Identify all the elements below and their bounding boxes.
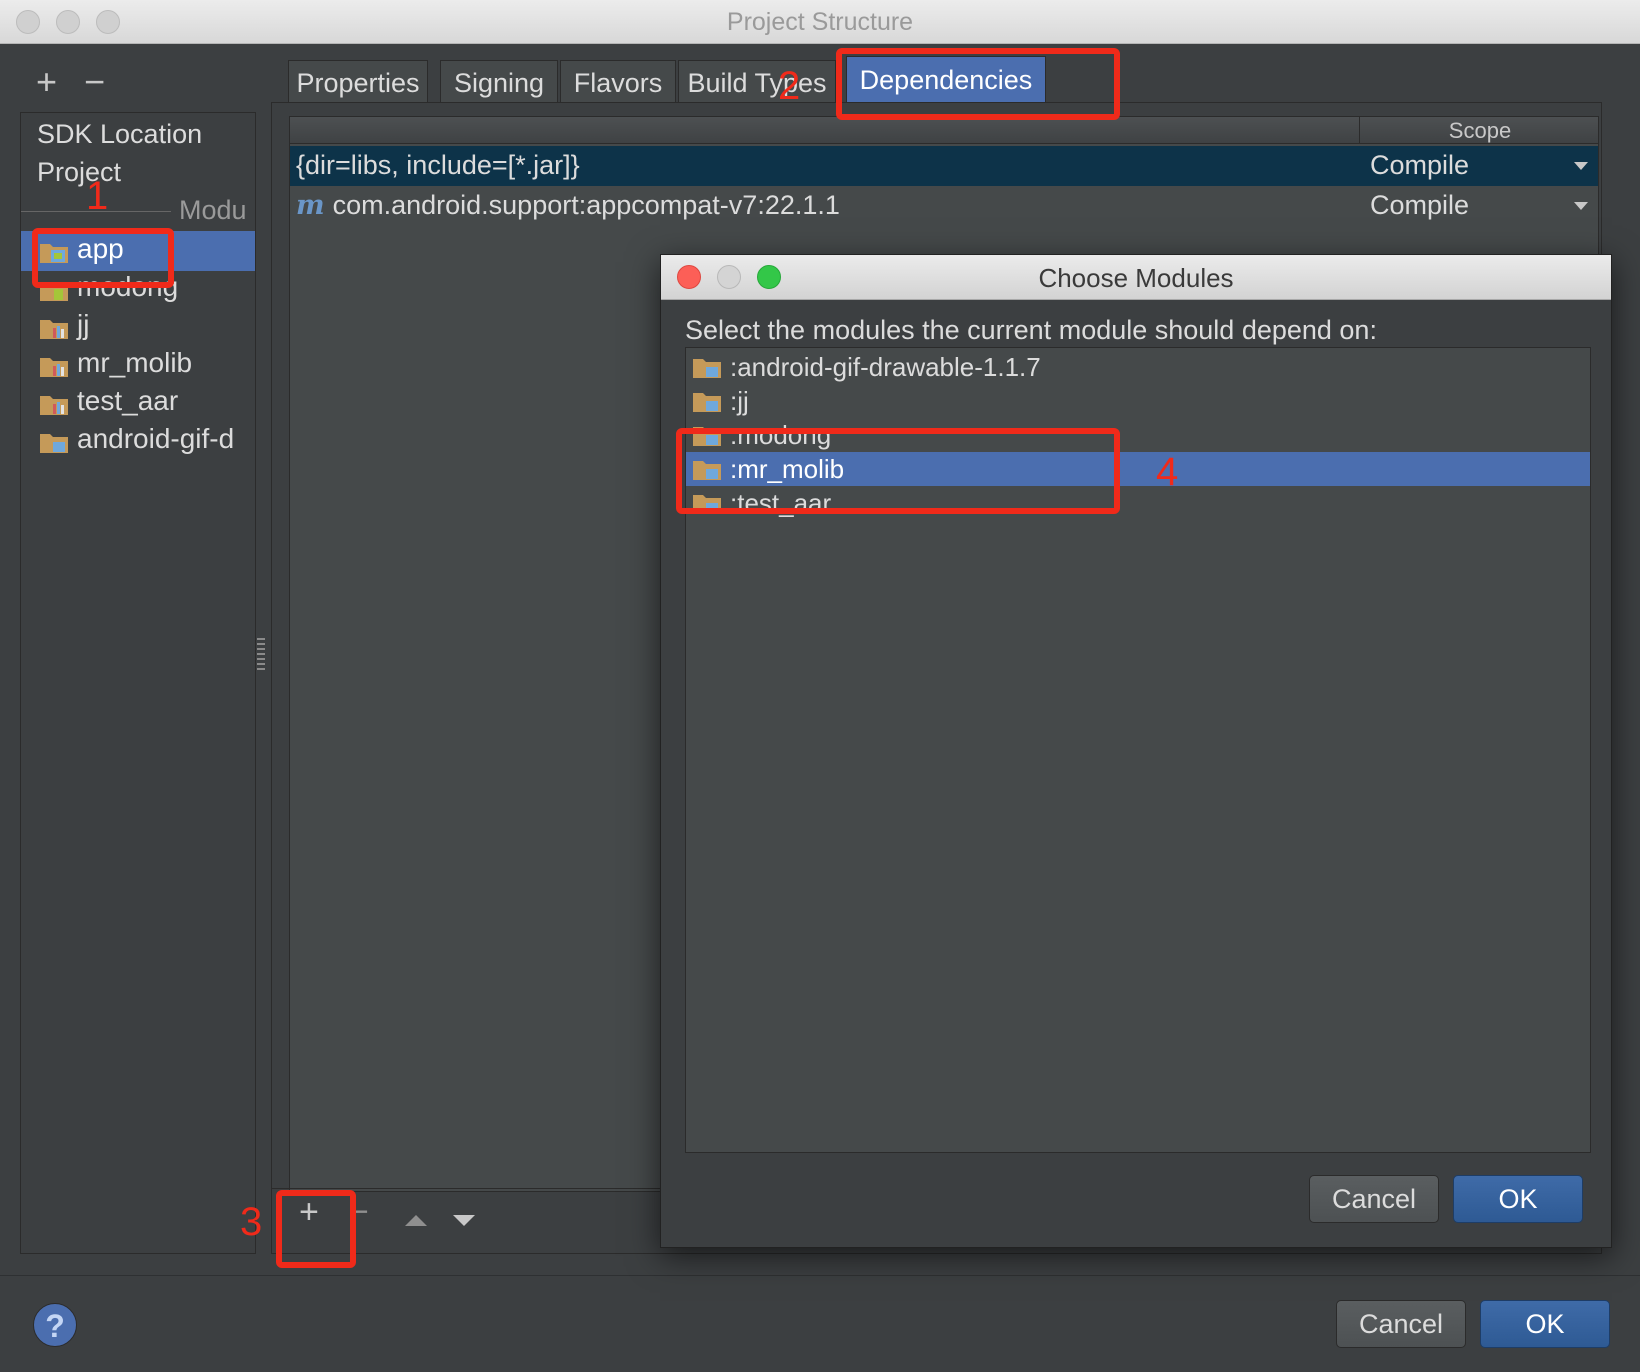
annotation-number-2: 2 (778, 64, 801, 108)
annotation-box-2 (836, 48, 1120, 120)
help-button[interactable]: ? (33, 1303, 77, 1347)
footer-divider (0, 1275, 1640, 1276)
sidebar-item-android-gif-drawable[interactable]: android-gif-d (21, 421, 255, 461)
ok-button[interactable]: OK (1480, 1300, 1610, 1348)
sidebar-item-jj[interactable]: jj (21, 307, 255, 347)
module-label: jj (77, 309, 90, 340)
scope-dropdown-value[interactable]: Compile (1370, 190, 1469, 221)
chevron-down-icon[interactable] (1574, 202, 1588, 210)
tab-properties[interactable]: Properties (288, 60, 428, 104)
module-label: :android-gif-drawable-1.1.7 (730, 352, 1041, 382)
tab-signing[interactable]: Signing (440, 60, 558, 104)
window-title: Project Structure (726, 8, 914, 36)
table-row[interactable]: {dir=libs, include=[*.jar]} Compile (290, 146, 1598, 186)
dependency-name: {dir=libs, include=[*.jar]} (296, 150, 580, 180)
dialog-ok-button[interactable]: OK (1453, 1175, 1583, 1223)
module-folder-icon (693, 359, 721, 378)
scope-column-header[interactable]: Scope (1360, 117, 1600, 145)
tab-flavors[interactable]: Flavors (560, 60, 676, 104)
library-folder-icon (40, 320, 68, 339)
dependency-cell: m com.android.support:appcompat-v7:22.1.1 (296, 190, 840, 221)
move-down-icon[interactable] (453, 1215, 475, 1226)
list-item[interactable]: :jj (686, 384, 1590, 418)
choose-modules-dialog: Choose Modules Select the modules the cu… (660, 254, 1612, 1248)
modules-section-header: Modu (179, 195, 247, 225)
list-item[interactable]: :android-gif-drawable-1.1.7 (686, 350, 1590, 384)
sidebar-item-test-aar[interactable]: test_aar (21, 383, 255, 423)
sidebar-item-sdk-location[interactable]: SDK Location (37, 119, 202, 150)
window-title-bar: Project Structure (0, 0, 1640, 44)
annotation-number-1: 1 (86, 174, 109, 218)
pane-splitter[interactable] (257, 638, 265, 670)
dialog-title: Choose Modules (1038, 263, 1234, 293)
maven-icon: m (296, 190, 325, 221)
module-label: mr_molib (77, 347, 193, 378)
cancel-button[interactable]: Cancel (1336, 1300, 1466, 1348)
annotation-box-3 (276, 1190, 356, 1268)
annotation-box-4 (676, 428, 1120, 514)
library-folder-icon (40, 358, 68, 377)
sidebar-item-project[interactable]: Project (37, 157, 121, 188)
help-icon: ? (45, 1308, 65, 1344)
remove-module-button[interactable]: − (84, 64, 105, 100)
add-module-button[interactable]: + (36, 64, 57, 100)
tab-build-types[interactable]: Build Types (678, 60, 836, 104)
module-label: :jj (730, 386, 749, 416)
plus-icon: + (36, 61, 58, 102)
table-header: Scope (290, 117, 1598, 144)
module-folder-icon (40, 434, 68, 453)
sidebar-item-mr-molib[interactable]: mr_molib (21, 345, 255, 385)
module-label: android-gif-d (77, 423, 235, 454)
annotation-number-3: 3 (240, 1200, 263, 1244)
dialog-cancel-button[interactable]: Cancel (1309, 1175, 1439, 1223)
dependency-name: com.android.support:appcompat-v7:22.1.1 (332, 190, 840, 220)
library-folder-icon (40, 396, 68, 415)
table-row[interactable]: m com.android.support:appcompat-v7:22.1.1… (290, 186, 1598, 226)
chevron-down-icon[interactable] (1574, 162, 1588, 170)
module-label: test_aar (77, 385, 179, 416)
scope-dropdown-value[interactable]: Compile (1370, 150, 1469, 181)
minus-icon: − (84, 61, 106, 102)
move-up-icon[interactable] (405, 1215, 427, 1226)
module-folder-icon (693, 393, 721, 412)
dialog-title-bar: Choose Modules (661, 255, 1611, 300)
dialog-prompt: Select the modules the current module sh… (685, 315, 1377, 345)
annotation-box-1 (32, 228, 174, 288)
annotation-number-4: 4 (1156, 450, 1179, 494)
